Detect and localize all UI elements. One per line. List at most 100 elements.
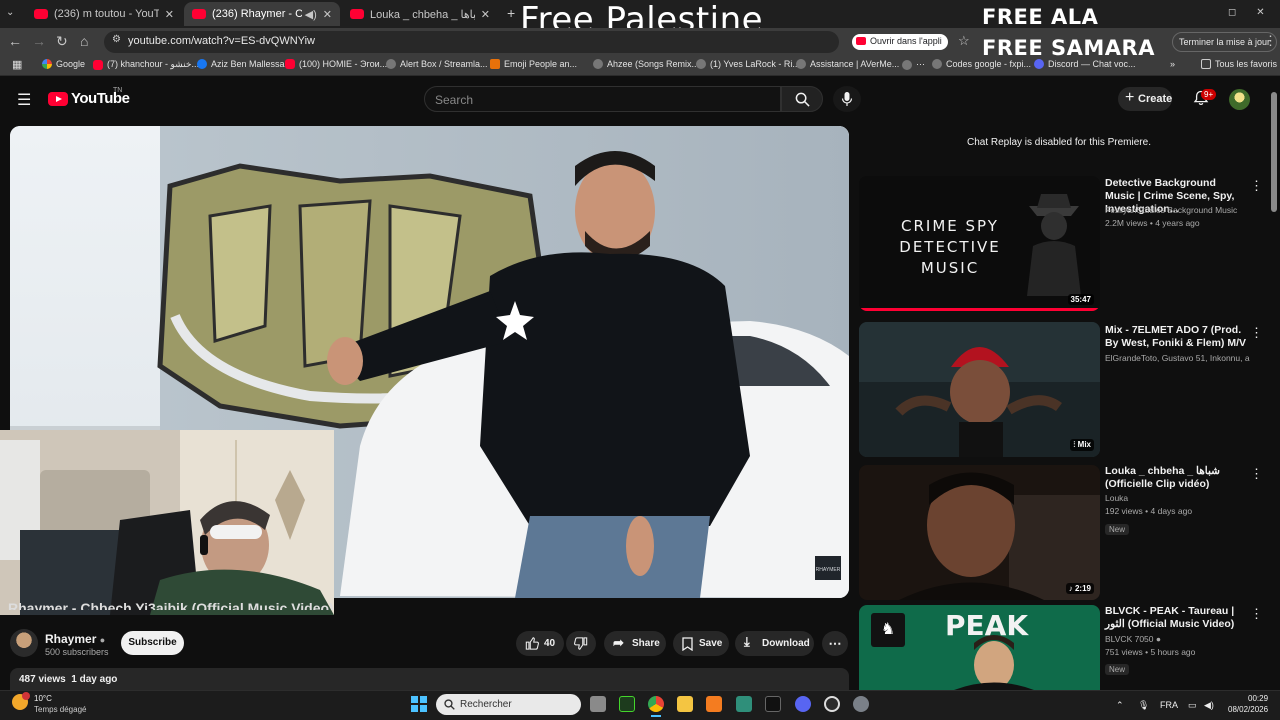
network-icon[interactable]: ▭ (1188, 700, 1197, 711)
reload-icon[interactable]: ↻ (56, 33, 68, 50)
app-icon[interactable] (736, 696, 752, 712)
open-in-app-button[interactable]: Ouvrir dans l'appli (852, 34, 948, 50)
create-button[interactable]: + Create (1118, 87, 1172, 111)
all-bookmarks[interactable]: Tous les favoris (1201, 59, 1277, 69)
recommended-channel-2[interactable]: ElGrandeToto, Gustavo 51, Inkonnu, and .… (1105, 352, 1250, 365)
search-button[interactable] (781, 86, 823, 112)
tab-1[interactable]: (236) m toutou - YouTube ✕ (26, 2, 182, 26)
razer-icon[interactable] (619, 696, 635, 712)
tab-search-icon[interactable]: ⌄ (6, 7, 14, 18)
volume-icon[interactable]: ◀) (1204, 700, 1214, 711)
bookmark-ahzee[interactable]: Ahzee (Songs Remix... (593, 59, 699, 69)
bookmark-assistance[interactable]: Assistance | AVerMe... (796, 59, 899, 69)
page-scrollbar[interactable] (1271, 92, 1277, 212)
account-avatar[interactable] (1229, 89, 1250, 110)
tab-2[interactable]: (236) Rhaymer - Chbech Yi ◀) ✕ (184, 2, 340, 26)
recommended-channel-3[interactable]: Louka (1105, 492, 1250, 505)
address-bar[interactable]: ⚙ youtube.com/watch?v=ES-dvQWNYiw (104, 31, 839, 53)
close-icon[interactable]: ✕ (165, 8, 174, 21)
speaker-icon[interactable]: ◀) (305, 8, 317, 21)
artist-figure (954, 635, 1034, 690)
bookmark-star-icon[interactable]: ☆ (958, 33, 970, 49)
bookmark-codes[interactable]: Codes google - fxpi... (932, 59, 1031, 69)
menu-icon[interactable]: ☰ (17, 90, 31, 110)
more-options-icon[interactable]: ⋮ (1250, 466, 1263, 482)
voice-search-button[interactable] (833, 86, 861, 112)
show-hidden-icons[interactable]: ⌃ (1116, 700, 1124, 711)
bookmark-discord[interactable]: Discord — Chat voc... (1034, 59, 1136, 69)
bookmark-unnamed[interactable]: ⋯ (902, 59, 925, 70)
recommended-thumbnail-2[interactable]: ⫶ Mix (859, 322, 1100, 457)
apps-icon[interactable]: ▦ (12, 58, 22, 71)
youtube-icon (856, 37, 866, 45)
bookmark-google[interactable]: Google (42, 59, 85, 69)
close-icon[interactable]: ✕ (481, 8, 490, 21)
weather-description[interactable]: Temps dégagé (34, 705, 86, 714)
download-icon: ⤓ (744, 634, 750, 649)
recommended-title-3[interactable]: Louka _ chbeha _ شباها (Officielle Clip … (1105, 465, 1247, 491)
microphone-tray-icon[interactable]: 🎙 (1138, 700, 1149, 711)
globe-icon (796, 59, 806, 69)
capcut-icon[interactable] (765, 696, 781, 712)
clock-date[interactable]: 08/02/2026 (1228, 705, 1268, 714)
chrome-icon[interactable] (648, 696, 664, 712)
new-tab-icon[interactable]: + (507, 5, 515, 21)
site-info-icon[interactable]: ⚙ (112, 34, 121, 45)
description-box[interactable]: 487 views 1 day ago (10, 668, 849, 690)
forward-icon[interactable]: → (32, 33, 46, 49)
dislike-button[interactable] (566, 631, 596, 656)
more-options-icon[interactable]: ⋮ (1250, 325, 1263, 341)
home-icon[interactable]: ⌂ (80, 33, 88, 49)
recommended-thumbnail-3[interactable]: ♪ 2:19 (859, 465, 1100, 600)
language-indicator[interactable]: FRA (1160, 700, 1178, 710)
download-button[interactable]: ⤓ Download (735, 631, 814, 656)
settings-icon[interactable] (853, 696, 869, 712)
channel-avatar[interactable] (10, 629, 38, 657)
chat-replay-notice: Chat Replay is disabled for this Premier… (967, 137, 1151, 148)
tab-3[interactable]: Louka _ chbeha _ شباها (Officie ✕ (342, 2, 498, 26)
search-input[interactable]: Search (424, 86, 781, 112)
close-icon[interactable]: ✕ (323, 8, 332, 21)
taskbar-search-input[interactable]: Rechercher (436, 694, 581, 715)
globe-icon (902, 59, 912, 70)
start-windows-icon[interactable] (411, 696, 427, 712)
bookmark-yves[interactable]: (1) Yves LaRock - Ri... (696, 59, 800, 69)
bookmark-alertbox[interactable]: Alert Box / Streamla... (386, 59, 488, 69)
subscribe-button[interactable]: Subscribe (121, 631, 184, 655)
task-view-icon[interactable] (590, 696, 606, 712)
window-controls[interactable]: ◻✕ (1228, 7, 1280, 18)
back-icon[interactable]: ← (8, 33, 22, 49)
recommended-channel-4[interactable]: BLVCK 7050 ● (1105, 633, 1250, 646)
mix-badge: ⫶ Mix (1070, 439, 1094, 451)
more-bookmarks-icon[interactable]: » (1170, 59, 1175, 69)
discord-icon[interactable] (795, 696, 811, 712)
file-explorer-icon[interactable] (677, 696, 693, 712)
clock-time[interactable]: 00:29 (1248, 694, 1268, 703)
bookmark-homie[interactable]: (100) HOMIE - Эгои... (285, 59, 387, 69)
avast-icon[interactable] (706, 696, 722, 712)
recommended-title-2[interactable]: Mix - 7ELMET ADO 7 (Prod. By West, Fonik… (1105, 324, 1247, 350)
chrome-menu-icon[interactable]: ⋮ (1264, 33, 1277, 49)
bookmark-emoji[interactable]: Emoji People an... (490, 59, 577, 69)
more-options-icon[interactable]: ⋮ (1250, 606, 1263, 622)
open-in-app-label: Ouvrir dans l'appli (870, 36, 942, 46)
microphone-icon (841, 92, 853, 106)
bookmark-aziz[interactable]: Aziz Ben Mallessa (197, 59, 285, 69)
like-button[interactable]: 40 (516, 631, 564, 656)
share-button[interactable]: ➦ Share (604, 631, 666, 656)
globe-icon (696, 59, 706, 69)
more-actions-button[interactable]: ⋯ (822, 631, 848, 656)
recommended-thumbnail-4[interactable]: ♞ PEAK (859, 605, 1100, 690)
recommended-thumbnail-1[interactable]: CRIME SPY DETECTIVE MUSIC 35:47 (859, 176, 1100, 311)
finish-update-button[interactable]: Terminer la mise à jour (1172, 32, 1278, 52)
youtube-logo-icon[interactable] (48, 92, 68, 106)
channel-name[interactable]: Rhaymer ● (45, 632, 105, 646)
facebook-icon (197, 59, 207, 69)
save-button[interactable]: Save (673, 631, 729, 656)
bookmark-khanchour[interactable]: (7) khanchour - خنشو... (93, 59, 199, 70)
obs-icon[interactable] (824, 696, 840, 712)
more-options-icon[interactable]: ⋮ (1250, 178, 1263, 194)
recommended-title-4[interactable]: BLVCK - PEAK - Taureau | الثور (Official… (1105, 605, 1247, 631)
recommended-channel-1[interactable]: FesliyanStudios Background Music (1105, 204, 1250, 217)
weather-temperature[interactable]: 10°C (34, 694, 52, 703)
